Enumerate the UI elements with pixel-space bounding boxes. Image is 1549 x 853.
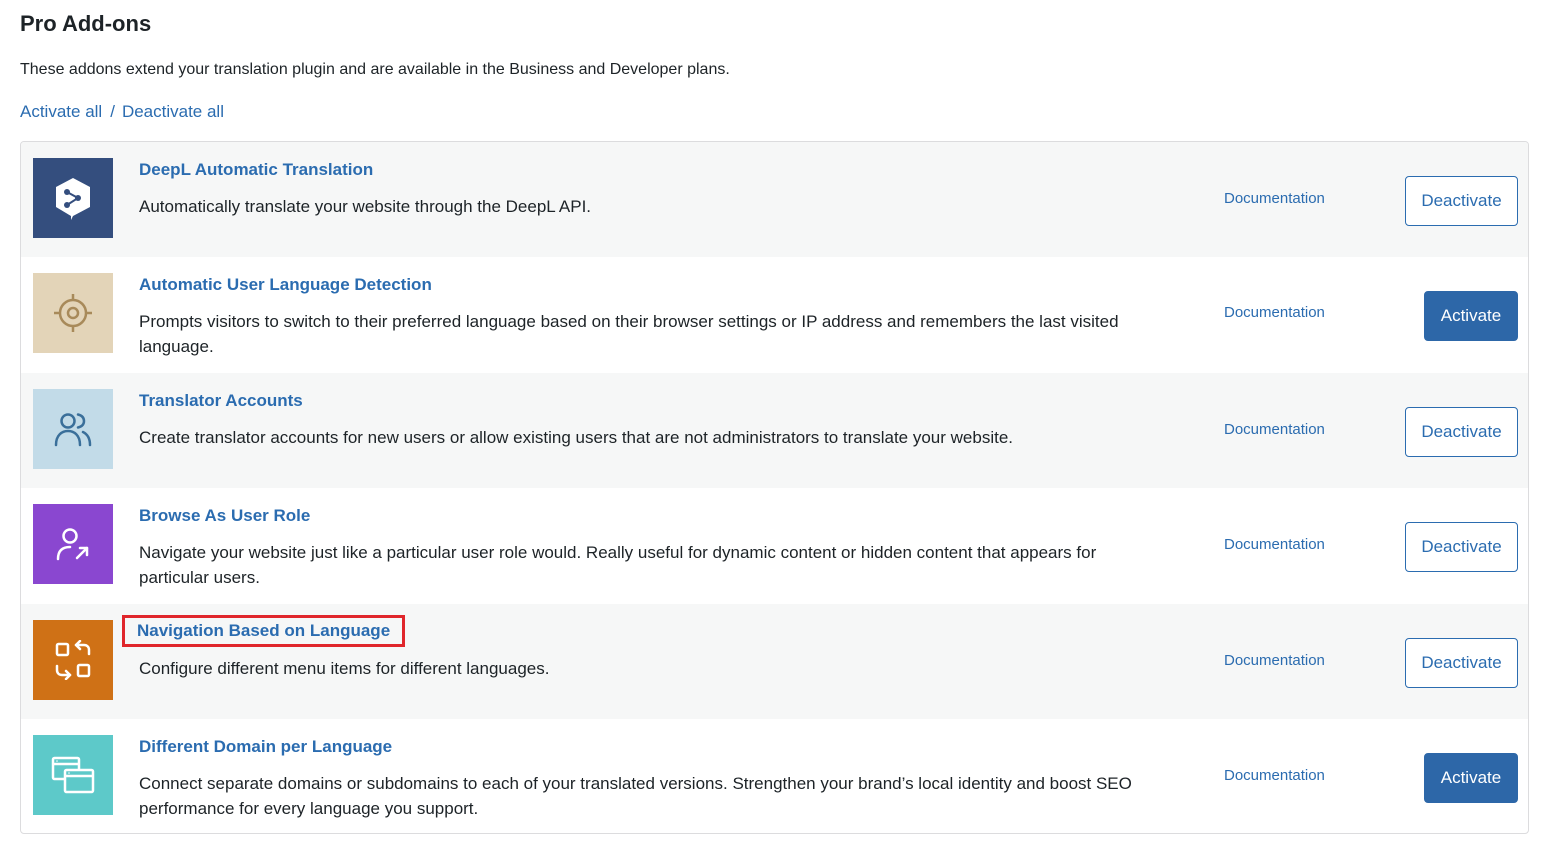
addon-name-browse-as-user-role[interactable]: Browse As User Role — [139, 506, 310, 526]
documentation-link-different-domain-per-language[interactable]: Documentation — [1224, 767, 1325, 784]
activate-button-different-domain-per-language[interactable]: Activate — [1424, 753, 1518, 803]
page-title: Pro Add-ons — [20, 11, 152, 36]
addon-description-navigation-based-on-language: Configure different menu items for diffe… — [139, 659, 550, 678]
addon-row-different-domain-per-language: Different Domain per Language Connect se… — [21, 719, 1528, 833]
deactivate-button-deepl[interactable]: Deactivate — [1405, 176, 1518, 226]
documentation-link-browse-as-user-role[interactable]: Documentation — [1224, 536, 1325, 553]
deactivate-button-translator-accounts[interactable]: Deactivate — [1405, 407, 1518, 457]
documentation-link-language-detection[interactable]: Documentation — [1224, 304, 1325, 321]
browser-windows-icon — [33, 735, 113, 815]
addon-name-navigation-based-on-language[interactable]: Navigation Based on Language — [121, 615, 406, 647]
addon-name-language-detection[interactable]: Automatic User Language Detection — [139, 275, 432, 295]
addon-name-different-domain-per-language[interactable]: Different Domain per Language — [139, 737, 392, 757]
documentation-link-navigation-based-on-language[interactable]: Documentation — [1224, 652, 1325, 669]
addon-row-deepl: DeepL Automatic Translation Automaticall… — [21, 142, 1528, 257]
addon-description-deepl: Automatically translate your website thr… — [139, 197, 592, 216]
addon-description-browse-as-user-role: Navigate your website just like a partic… — [139, 543, 1097, 587]
bulk-separator: / — [110, 102, 115, 121]
users-icon — [33, 389, 113, 469]
target-icon — [33, 273, 113, 353]
user-arrow-icon — [33, 504, 113, 584]
addon-row-browse-as-user-role: Browse As User Role Navigate your websit… — [21, 488, 1528, 603]
deactivate-button-navigation-based-on-language[interactable]: Deactivate — [1405, 638, 1518, 688]
documentation-link-deepl[interactable]: Documentation — [1224, 190, 1325, 207]
addon-row-navigation-based-on-language: Navigation Based on Language Configure d… — [21, 604, 1528, 719]
addon-row-language-detection: Automatic User Language Detection Prompt… — [21, 257, 1528, 372]
bulk-actions: Activate all / Deactivate all — [20, 102, 224, 122]
addon-description-language-detection: Prompts visitors to switch to their pref… — [139, 312, 1119, 356]
deactivate-button-browse-as-user-role[interactable]: Deactivate — [1405, 522, 1518, 572]
addon-row-translator-accounts: Translator Accounts Create translator ac… — [21, 373, 1528, 488]
addon-name-deepl[interactable]: DeepL Automatic Translation — [139, 160, 373, 180]
page-description: These addons extend your translation plu… — [20, 61, 730, 78]
activate-all-link[interactable]: Activate all — [20, 102, 102, 121]
addon-list: DeepL Automatic Translation Automaticall… — [20, 141, 1529, 834]
addon-description-translator-accounts: Create translator accounts for new users… — [139, 428, 1014, 447]
deactivate-all-link[interactable]: Deactivate all — [122, 102, 224, 121]
deepl-logo-icon — [33, 158, 113, 238]
documentation-link-translator-accounts[interactable]: Documentation — [1224, 421, 1325, 438]
pro-addons-page: Pro Add-ons These addons extend your tra… — [0, 0, 1549, 853]
activate-button-language-detection[interactable]: Activate — [1424, 291, 1518, 341]
addon-name-translator-accounts[interactable]: Translator Accounts — [139, 391, 303, 411]
navigation-swap-icon — [33, 620, 113, 700]
addon-description-different-domain-per-language: Connect separate domains or subdomains t… — [139, 774, 1132, 818]
